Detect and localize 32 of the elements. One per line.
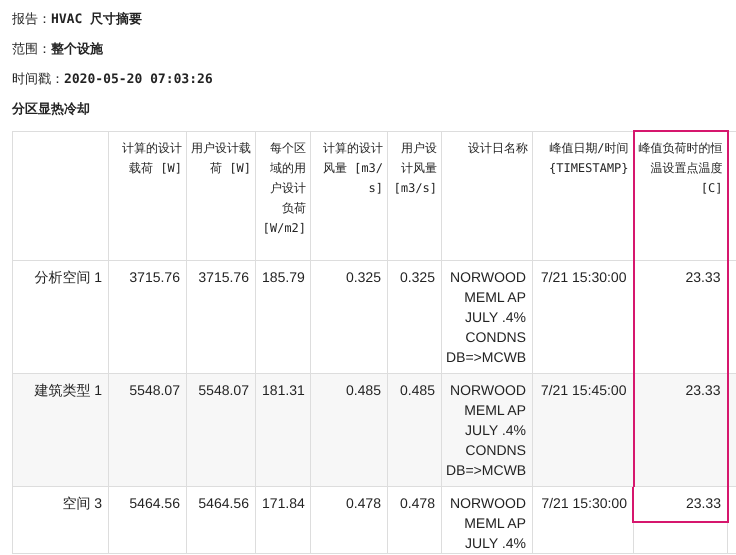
- field-value: HVAC 尺寸摘要: [51, 10, 142, 29]
- column-header: 设计日名称: [442, 131, 532, 260]
- table-cell: 0.485: [388, 374, 442, 486]
- table-cell: 空间 3: [12, 486, 108, 554]
- field-value: 整个设施: [51, 41, 103, 59]
- table-cell: 建筑类型 1: [12, 374, 108, 486]
- field-label: 范围：: [12, 41, 51, 59]
- table-cell: 5464.56: [186, 486, 256, 554]
- table-cell: 171.84: [256, 486, 310, 554]
- column-header: 计算的设计载荷 [W]: [108, 131, 186, 260]
- table-cell: 5548.07: [108, 374, 186, 486]
- table-cell: 0.478: [310, 486, 388, 554]
- column-header: 峰值日期/时间 {TIMESTAMP}: [532, 131, 634, 260]
- field-label: 时间戳：: [12, 71, 64, 89]
- table-cell: 23.33: [634, 374, 728, 486]
- table-cell: NORWOOD MEML AP JULY .4% CONDNS DB=>MCWB: [442, 374, 532, 486]
- column-header: 峰值负荷时的恒温设置点温度 [C]: [634, 131, 728, 260]
- table-cell: 0.485: [310, 374, 388, 486]
- table-cell: 5464.56: [108, 486, 186, 554]
- column-header: 用户设计载荷 [W]: [186, 131, 256, 260]
- table-cell: 23.33: [634, 486, 728, 554]
- column-header: 用户设计风量 [m3/s]: [388, 131, 442, 260]
- table-cell: NORWOOD MEML AP JULY .4%: [442, 486, 532, 554]
- field-value: 2020-05-20 07:03:26: [64, 71, 213, 89]
- section-title: 分区显热冷却: [12, 101, 91, 119]
- table-cell: 181.31: [256, 374, 310, 486]
- table-cell: 0.478: [388, 486, 442, 554]
- column-header: 每个区域的用户设计负荷 [W/m2]: [256, 131, 310, 260]
- table-cell: 5548.07: [186, 374, 256, 486]
- field-label: 报告：: [12, 11, 51, 29]
- column-header: 计算的设计风量 [m3/s]: [310, 131, 388, 260]
- table-cell: 7/21 15:45:00: [532, 374, 634, 486]
